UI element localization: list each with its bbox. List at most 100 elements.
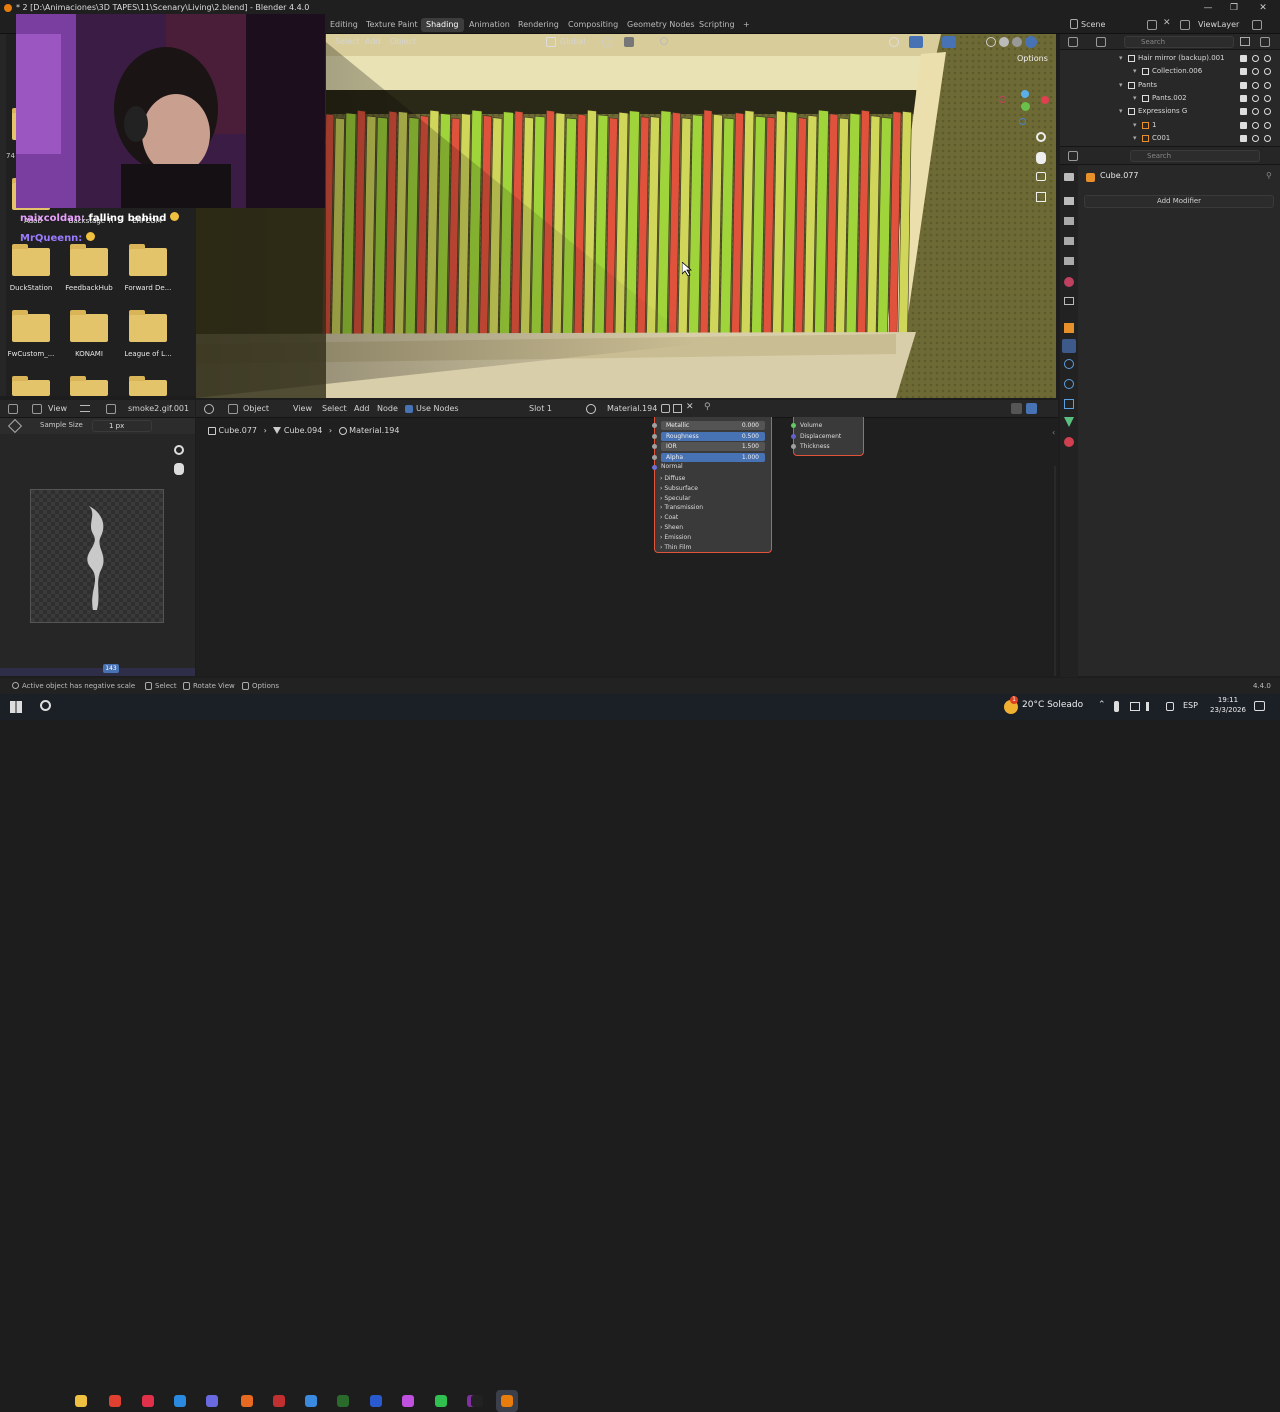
expand-chevron-icon[interactable]: ▾ xyxy=(1119,105,1123,118)
folder-label[interactable]: KONAMI xyxy=(56,350,122,358)
folder-label[interactable]: FeedbackHub xyxy=(56,284,122,292)
file-explorer-icon[interactable] xyxy=(70,1390,92,1412)
notifications-icon[interactable] xyxy=(1254,701,1265,711)
snap-icon[interactable] xyxy=(624,37,634,47)
microphone-icon[interactable] xyxy=(1114,701,1119,712)
exclude-checkbox-icon[interactable] xyxy=(1240,134,1247,142)
blender-icon[interactable] xyxy=(496,1390,518,1412)
bsdf-panel[interactable]: › Sheen xyxy=(660,523,683,532)
folder-icon[interactable] xyxy=(129,244,167,276)
camera-render-icon[interactable] xyxy=(1264,134,1271,142)
clock-time[interactable]: 19:11 xyxy=(1214,696,1242,704)
transform-orientation-dropdown[interactable]: Global xyxy=(557,35,589,49)
pin-icon[interactable]: ⚲ xyxy=(1266,171,1272,180)
scene-selector[interactable]: Scene xyxy=(1078,18,1108,32)
timeline-bar[interactable] xyxy=(0,668,195,676)
view-layer-tab-icon[interactable] xyxy=(1064,237,1074,245)
workspace-tab[interactable]: Texture Paint xyxy=(361,18,423,32)
input-socket[interactable] xyxy=(652,444,657,450)
scrollbar[interactable] xyxy=(1054,466,1056,676)
camera-render-icon[interactable] xyxy=(1264,55,1271,62)
output-input-socket[interactable] xyxy=(791,444,796,449)
obs-studio-icon[interactable] xyxy=(466,1390,488,1412)
bsdf-panel[interactable]: › Coat xyxy=(660,513,678,522)
folder-label[interactable]: League of L... xyxy=(115,350,181,358)
obs-icon[interactable] xyxy=(201,1390,223,1412)
exclude-checkbox-icon[interactable] xyxy=(1240,94,1247,102)
outliner-row[interactable]: ▾ Pants xyxy=(1060,79,1280,92)
workspace-tab[interactable]: Animation xyxy=(464,18,515,32)
bsdf-field[interactable]: Alpha 1.000 xyxy=(652,453,765,463)
node-editor[interactable]: Object View Select Add Node Use Nodes Sl… xyxy=(196,400,1058,676)
bsdf-field[interactable]: Metallic 0.000 xyxy=(652,421,765,430)
image-canvas[interactable] xyxy=(30,489,164,623)
bsdf-panel[interactable]: › Diffuse xyxy=(660,474,685,483)
language-indicator[interactable]: ESP xyxy=(1183,701,1198,710)
gizmo-toggle-icon[interactable] xyxy=(1011,403,1022,414)
principled-bsdf-node[interactable]: Metallic 0.000 Roughness 0.500 IOR 1.500 Alpha… xyxy=(652,417,772,553)
eye-icon[interactable] xyxy=(1252,121,1259,129)
unlink-material-icon[interactable]: ✕ xyxy=(686,402,694,412)
object-tab-icon[interactable] xyxy=(1064,323,1074,333)
gizmo-x-icon[interactable] xyxy=(1041,96,1049,104)
expand-chevron-icon[interactable]: ▾ xyxy=(1133,92,1137,105)
usb-icon[interactable] xyxy=(1166,702,1174,711)
material-output-node[interactable]: Volume Displacement Thickness xyxy=(791,417,864,456)
workspace-tab[interactable]: + xyxy=(738,18,755,32)
eye-icon[interactable] xyxy=(1252,81,1259,89)
opera-gx-icon[interactable] xyxy=(137,1390,159,1412)
proportional-edit-icon[interactable] xyxy=(660,37,668,45)
windows-start-icon[interactable] xyxy=(10,701,22,713)
node-select-menu[interactable]: Select xyxy=(319,402,350,416)
fake-user-icon[interactable] xyxy=(661,404,670,413)
camera-render-icon[interactable] xyxy=(1264,108,1271,116)
workspace-tab[interactable]: Rendering xyxy=(513,18,564,32)
render-tab-icon[interactable] xyxy=(1064,197,1074,205)
output-tab-icon[interactable] xyxy=(1064,217,1074,225)
gizmo-toggle-icon[interactable] xyxy=(909,36,923,48)
perforce-icon[interactable] xyxy=(332,1390,354,1412)
wireframe-shading-icon[interactable] xyxy=(986,37,996,47)
use-nodes-checkbox[interactable] xyxy=(405,405,413,413)
eye-icon[interactable] xyxy=(1252,55,1259,62)
maximize-button[interactable]: ❐ xyxy=(1221,0,1247,16)
clock-date[interactable]: 23/3/2026 xyxy=(1204,706,1252,714)
material-tab-icon[interactable] xyxy=(1064,437,1074,447)
workspace-tab[interactable]: Editing xyxy=(325,18,363,32)
bsdf-panel[interactable]: › Transmission xyxy=(660,503,703,512)
tool-tab-icon[interactable] xyxy=(1064,173,1074,181)
editor-type-icon[interactable] xyxy=(1068,37,1078,47)
monitor-icon[interactable] xyxy=(1130,702,1140,711)
chrome-icon[interactable] xyxy=(104,1390,126,1412)
scene-copy-icon[interactable] xyxy=(1147,20,1157,30)
gizmo-z-icon[interactable] xyxy=(1021,90,1029,98)
image-name-field[interactable]: smoke2.gif.001 xyxy=(125,402,192,416)
image-browse-icon[interactable] xyxy=(106,404,116,414)
node-view-menu[interactable]: View xyxy=(290,402,315,416)
close-button[interactable]: ✕ xyxy=(1250,0,1276,16)
folder-label[interactable]: DuckStation xyxy=(0,284,64,292)
folder-icon[interactable] xyxy=(12,310,50,342)
material-name-field[interactable]: Material.194 xyxy=(604,402,660,416)
pin-icon[interactable]: ⚲ xyxy=(704,402,711,412)
viewlayer-copy-icon[interactable] xyxy=(1252,20,1262,30)
camera-render-icon[interactable] xyxy=(1264,121,1271,129)
current-frame-indicator[interactable]: 143 xyxy=(103,664,119,673)
viewlayer-selector[interactable]: ViewLayer xyxy=(1195,18,1242,32)
outliner-row[interactable]: ▾ Collection.006 xyxy=(1060,65,1280,78)
input-socket[interactable] xyxy=(652,455,657,461)
outliner-row[interactable]: ▾ Expressions G xyxy=(1060,105,1280,118)
eye-icon[interactable] xyxy=(1252,134,1259,142)
viewport-add-menu[interactable]: Add xyxy=(362,35,384,49)
search-icon[interactable] xyxy=(40,700,51,711)
app-orange-icon[interactable] xyxy=(236,1390,258,1412)
sample-size-field[interactable]: 1 px xyxy=(92,420,152,432)
spotify-icon[interactable] xyxy=(430,1390,452,1412)
bsdf-panel[interactable]: › Specular xyxy=(660,494,691,503)
particles-tab-icon[interactable] xyxy=(1064,359,1074,369)
outliner-row[interactable]: ▾ Pants.002 xyxy=(1060,92,1280,105)
copy-material-icon[interactable] xyxy=(673,404,682,413)
expand-chevron-icon[interactable]: ▾ xyxy=(1119,52,1123,65)
outliner-row[interactable]: ▾ Hair mirror (backup).001 xyxy=(1060,52,1280,65)
overlay-toggle-icon[interactable] xyxy=(942,36,956,48)
